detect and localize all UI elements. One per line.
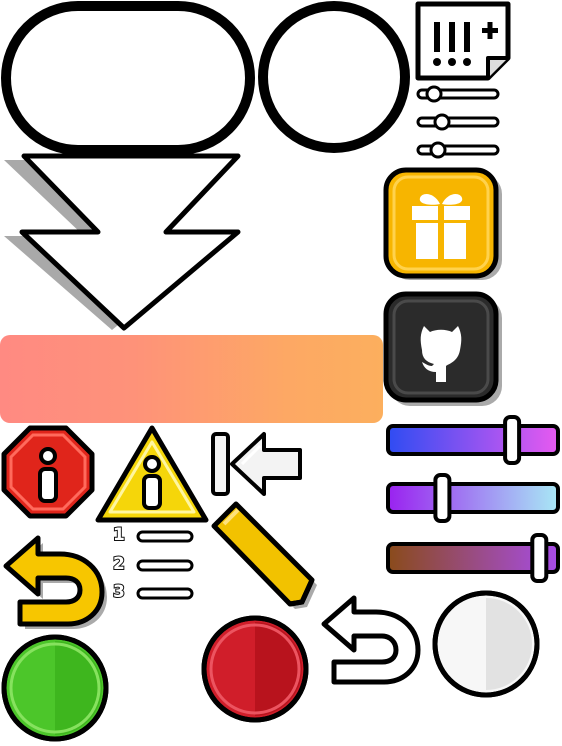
error-icon xyxy=(0,424,96,520)
color-slider-track-purple-cyan[interactable] xyxy=(386,482,560,514)
color-slider-track-blue-magenta[interactable] xyxy=(386,424,560,456)
gradient-bar xyxy=(0,335,383,423)
color-sliders xyxy=(384,410,562,585)
undo-icon[interactable] xyxy=(0,530,110,630)
pencil-icon[interactable] xyxy=(208,500,320,612)
color-slider-knob-purple-cyan[interactable] xyxy=(433,473,452,523)
circle-frame xyxy=(256,0,416,160)
white-undo-icon[interactable] xyxy=(318,590,428,690)
settings-sliders-icon[interactable] xyxy=(412,84,506,164)
gift-icon[interactable] xyxy=(383,167,508,286)
github-icon[interactable] xyxy=(383,291,508,410)
color-slider-knob-blue-magenta[interactable] xyxy=(503,415,522,465)
skip-back-icon[interactable] xyxy=(206,428,306,500)
settings-slider-knob[interactable] xyxy=(433,113,451,131)
color-slider-knob-brown-violet[interactable] xyxy=(530,533,549,583)
green-button[interactable] xyxy=(0,632,112,746)
settings-slider-knob[interactable] xyxy=(429,141,447,159)
rounded-pill-frame xyxy=(0,0,256,156)
settings-slider-knob[interactable] xyxy=(425,85,443,103)
list-number-3: 3 xyxy=(112,582,126,602)
warning-icon xyxy=(94,424,210,524)
list-number-1: 1 xyxy=(112,525,126,545)
list-number-2: 2 xyxy=(112,554,126,574)
double-arrow-down-icon[interactable] xyxy=(0,150,250,335)
numbered-list-icon: 1 2 3 xyxy=(110,523,196,607)
notes-add-icon[interactable] xyxy=(412,0,522,82)
red-button[interactable] xyxy=(198,612,312,726)
settings-slider-track xyxy=(416,116,500,128)
white-button[interactable] xyxy=(430,588,544,700)
